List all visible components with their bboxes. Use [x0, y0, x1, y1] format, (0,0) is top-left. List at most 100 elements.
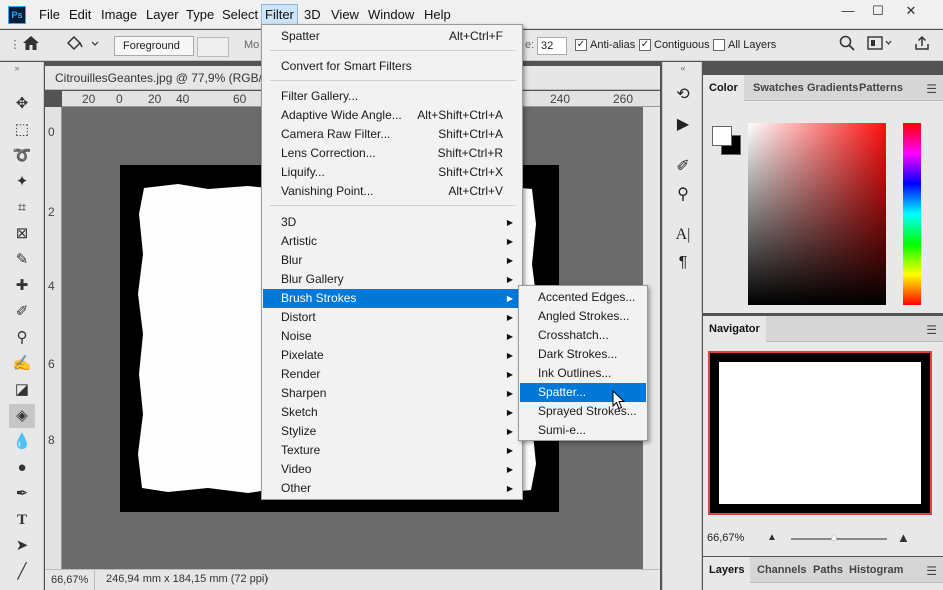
menu-item-sharpen[interactable]: Sharpen ▶ — [263, 384, 521, 403]
submenu-item-crosshatch[interactable]: Crosshatch... — [520, 326, 646, 345]
menu-item-other[interactable]: Other ▶ — [263, 479, 521, 498]
menu-item-distort[interactable]: Distort ▶ — [263, 308, 521, 327]
menu-item-lens-correction[interactable]: Lens Correction... Shift+Ctrl+R — [263, 144, 521, 163]
actions-panel-icon[interactable]: ▶ — [672, 114, 694, 136]
menu-item-stylize[interactable]: Stylize ▶ — [263, 422, 521, 441]
zoom-slider-knob[interactable]: ▲ — [829, 532, 839, 543]
contiguous-checkbox[interactable]: ✓ — [639, 39, 651, 51]
menu-window[interactable]: Window — [365, 4, 417, 25]
share-icon[interactable] — [911, 35, 933, 55]
menu-filter[interactable]: Filter — [261, 4, 298, 25]
collapse-icon[interactable]: » — [4, 62, 30, 74]
line-tool-icon[interactable]: ╱ — [9, 560, 35, 584]
paint-bucket-preset-icon[interactable] — [62, 35, 102, 55]
menu-item-liquify[interactable]: Liquify... Shift+Ctrl+X — [263, 163, 521, 182]
marquee-tool-icon[interactable]: ⬚ — [9, 118, 35, 142]
crop-tool-icon[interactable]: ⌗ — [9, 196, 35, 220]
navigator-thumbnail[interactable] — [708, 351, 932, 515]
paint-bucket-tool-icon[interactable]: ◈ — [9, 404, 35, 428]
magic-wand-tool-icon[interactable]: ✦ — [9, 170, 35, 194]
tab-navigator[interactable]: Navigator — [703, 316, 766, 342]
workspace-icon[interactable] — [866, 35, 894, 55]
brush-settings-icon[interactable]: ✐ — [672, 156, 694, 178]
menu-image[interactable]: Image — [98, 4, 140, 25]
zoom-slider[interactable] — [791, 538, 887, 540]
frame-tool-icon[interactable]: ⊠ — [9, 222, 35, 246]
submenu-item-sumi-e[interactable]: Sumi-e... — [520, 421, 646, 440]
tab-histogram[interactable]: Histogram — [843, 557, 909, 583]
panel-menu-icon[interactable]: ☰ — [926, 82, 937, 96]
menu-item-render[interactable]: Render ▶ — [263, 365, 521, 384]
menu-item-artistic[interactable]: Artistic ▶ — [263, 232, 521, 251]
zoom-readout[interactable]: 66,67% — [45, 570, 95, 590]
menu-file[interactable]: File — [36, 4, 63, 25]
menu-item-filter-gallery[interactable]: Filter Gallery... — [263, 87, 521, 106]
menu-item-convert-smart-filters[interactable]: Convert for Smart Filters — [263, 57, 521, 76]
tab-color[interactable]: Color — [703, 75, 744, 101]
menu-item-vanishing-point[interactable]: Vanishing Point... Alt+Ctrl+V — [263, 182, 521, 201]
paragraph-panel-icon[interactable]: ¶ — [672, 252, 694, 274]
antialias-checkbox[interactable]: ✓ — [575, 39, 587, 51]
menu-item-brush-strokes[interactable]: Brush Strokes ▶ — [263, 289, 521, 308]
tab-channels[interactable]: Channels — [751, 557, 813, 583]
menu-item-video[interactable]: Video ▶ — [263, 460, 521, 479]
tab-patterns[interactable]: Patterns — [853, 75, 909, 101]
menu-item-sketch[interactable]: Sketch ▶ — [263, 403, 521, 422]
clone-source-icon[interactable]: ⚲ — [672, 184, 694, 206]
submenu-item-accented-edges[interactable]: Accented Edges... — [520, 288, 646, 307]
zoom-in-icon[interactable]: ▲ — [897, 530, 910, 545]
search-icon[interactable] — [836, 35, 858, 55]
collapse-dock-icon[interactable]: « — [672, 62, 694, 74]
pen-tool-icon[interactable]: ✒ — [9, 482, 35, 506]
fill-source-select[interactable]: Foreground — [114, 36, 229, 57]
path-selection-tool-icon[interactable]: ➤ — [9, 534, 35, 558]
maximize-button[interactable]: ☐ — [863, 0, 893, 22]
history-panel-icon[interactable]: ⟲ — [672, 84, 694, 106]
menu-edit[interactable]: Edit — [66, 4, 94, 25]
submenu-item-ink-outlines[interactable]: Ink Outlines... — [520, 364, 646, 383]
submenu-item-dark-strokes[interactable]: Dark Strokes... — [520, 345, 646, 364]
color-spectrum[interactable] — [748, 123, 886, 305]
tab-layers[interactable]: Layers — [703, 557, 751, 583]
dodge-tool-icon[interactable]: ● — [9, 456, 35, 480]
all-layers-checkbox[interactable] — [713, 39, 725, 51]
lasso-tool-icon[interactable]: ➰ — [9, 144, 35, 168]
tolerance-input[interactable]: 32 — [537, 37, 567, 55]
menu-layer[interactable]: Layer — [143, 4, 182, 25]
move-tool-icon[interactable]: ✥ — [9, 92, 35, 116]
menu-item-blur[interactable]: Blur ▶ — [263, 251, 521, 270]
foreground-swatch[interactable] — [712, 126, 732, 146]
menu-item-camera-raw[interactable]: Camera Raw Filter... Shift+Ctrl+A — [263, 125, 521, 144]
menu-help[interactable]: Help — [421, 4, 454, 25]
type-tool-icon[interactable]: T — [9, 508, 35, 532]
menu-type[interactable]: Type — [183, 4, 217, 25]
submenu-item-angled-strokes[interactable]: Angled Strokes... — [520, 307, 646, 326]
character-panel-icon[interactable]: A| — [672, 224, 694, 246]
home-icon[interactable] — [20, 35, 42, 55]
chevron-right-icon[interactable]: › — [265, 573, 269, 585]
menu-view[interactable]: View — [328, 4, 362, 25]
menu-3d[interactable]: 3D — [301, 4, 324, 25]
hue-slider[interactable] — [903, 123, 921, 305]
healing-brush-tool-icon[interactable]: ✚ — [9, 274, 35, 298]
menu-item-pixelate[interactable]: Pixelate ▶ — [263, 346, 521, 365]
panel-menu-icon[interactable]: ☰ — [926, 564, 937, 578]
submenu-item-spatter[interactable]: Spatter... — [520, 383, 646, 402]
menu-item-noise[interactable]: Noise ▶ — [263, 327, 521, 346]
submenu-item-sprayed-strokes[interactable]: Sprayed Strokes... — [520, 402, 646, 421]
brush-tool-icon[interactable]: ✐ — [9, 300, 35, 324]
eraser-tool-icon[interactable]: ◪ — [9, 378, 35, 402]
menu-item-adaptive-wide-angle[interactable]: Adaptive Wide Angle... Alt+Shift+Ctrl+A — [263, 106, 521, 125]
eyedropper-tool-icon[interactable]: ✎ — [9, 248, 35, 272]
menu-item-last-filter[interactable]: Spatter Alt+Ctrl+F — [263, 27, 521, 46]
close-button[interactable]: ✕ — [896, 0, 926, 22]
menu-select[interactable]: Select — [219, 4, 261, 25]
history-brush-tool-icon[interactable]: ✍ — [9, 352, 35, 376]
menu-item-texture[interactable]: Texture ▶ — [263, 441, 521, 460]
menu-item-3d[interactable]: 3D ▶ — [263, 213, 521, 232]
minimize-button[interactable]: — — [833, 0, 863, 22]
clone-stamp-tool-icon[interactable]: ⚲ — [9, 326, 35, 350]
panel-menu-icon[interactable]: ☰ — [926, 323, 937, 337]
navigator-zoom[interactable]: 66,67% — [707, 532, 744, 544]
menu-item-blur-gallery[interactable]: Blur Gallery ▶ — [263, 270, 521, 289]
